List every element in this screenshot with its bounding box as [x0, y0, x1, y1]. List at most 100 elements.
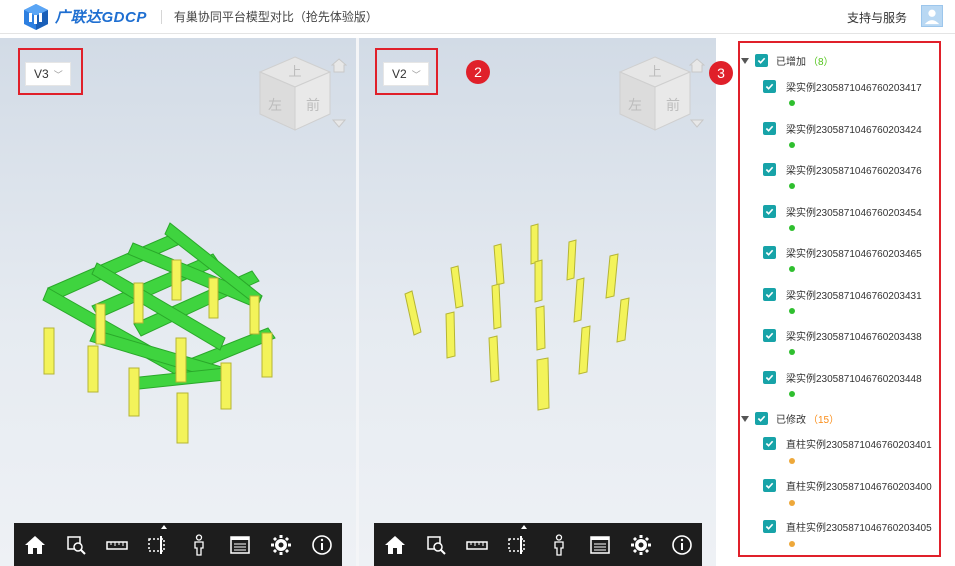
- submenu-indicator-icon: [161, 525, 167, 529]
- annotation-badge-2: 2: [466, 60, 490, 84]
- info-icon: [671, 534, 692, 555]
- item-checkbox[interactable]: [763, 163, 776, 176]
- tool-home[interactable]: [374, 523, 415, 566]
- chevron-down-icon: ﹀: [53, 69, 63, 80]
- tool-properties[interactable]: [219, 523, 260, 566]
- item-checkbox[interactable]: [763, 437, 776, 450]
- view-menu-down-icon[interactable]: [690, 118, 704, 128]
- tool-walk[interactable]: [178, 523, 219, 566]
- checkmark-icon: [765, 83, 774, 90]
- tool-section[interactable]: [497, 523, 538, 566]
- version-value: V2: [392, 67, 407, 81]
- info-icon: [311, 534, 332, 555]
- status-dot-modified: [789, 500, 795, 506]
- list-item[interactable]: 梁实例2305871046760203438: [763, 328, 922, 343]
- status-dot-added: [789, 308, 795, 314]
- item-checkbox[interactable]: [763, 329, 776, 342]
- tool-measure[interactable]: [96, 523, 137, 566]
- user-avatar-icon[interactable]: [921, 5, 943, 27]
- item-checkbox[interactable]: [763, 520, 776, 533]
- tool-settings[interactable]: [620, 523, 661, 566]
- properties-list-icon: [589, 535, 610, 554]
- tool-info[interactable]: [301, 523, 342, 566]
- annotation-badge-3: 3: [709, 61, 733, 85]
- home-icon: [384, 535, 405, 554]
- logo[interactable]: 广联达GDCP: [22, 3, 147, 31]
- group-modified[interactable]: 已修改 （15）: [741, 411, 839, 426]
- cube-front-label: 前: [306, 97, 320, 114]
- item-checkbox[interactable]: [763, 288, 776, 301]
- tool-zoom-fit[interactable]: [415, 523, 456, 566]
- list-item[interactable]: 梁实例2305871046760203431: [763, 287, 922, 302]
- cube-left-label: 左: [628, 98, 642, 114]
- checkmark-icon: [757, 415, 766, 422]
- item-checkbox[interactable]: [763, 80, 776, 93]
- item-label: 梁实例2305871046760203454: [786, 208, 922, 219]
- view-home-icon[interactable]: [331, 58, 347, 74]
- group-added-checkbox[interactable]: [755, 54, 768, 67]
- view-cube[interactable]: 上 左 前: [245, 52, 345, 132]
- tool-zoom-fit[interactable]: [55, 523, 96, 566]
- version-value: V3: [34, 67, 49, 81]
- item-label: 梁实例2305871046760203476: [786, 166, 922, 177]
- view-menu-down-icon[interactable]: [332, 118, 346, 128]
- list-item[interactable]: 梁实例2305871046760203465: [763, 245, 922, 260]
- list-item[interactable]: 梁实例2305871046760203424: [763, 121, 922, 136]
- item-label: 直柱实例2305871046760203400: [786, 482, 932, 493]
- list-item[interactable]: 梁实例2305871046760203448: [763, 370, 922, 385]
- list-item[interactable]: 梁实例2305871046760203454: [763, 204, 922, 219]
- item-checkbox[interactable]: [763, 371, 776, 384]
- group-modified-checkbox[interactable]: [755, 412, 768, 425]
- group-added-label: 已增加: [776, 57, 806, 68]
- status-dot-added: [789, 225, 795, 231]
- group-added-count: （8）: [808, 57, 834, 68]
- version-select[interactable]: V3 ﹀: [25, 62, 71, 86]
- section-box-icon: [147, 535, 165, 554]
- item-checkbox[interactable]: [763, 246, 776, 259]
- person-walk-icon: [193, 533, 204, 556]
- list-item[interactable]: 直柱实例2305871046760203401: [763, 436, 932, 451]
- tool-home[interactable]: [14, 523, 55, 566]
- checkmark-icon: [765, 291, 774, 298]
- group-modified-label: 已修改: [776, 415, 806, 426]
- support-link[interactable]: 支持与服务: [847, 9, 907, 26]
- tool-walk[interactable]: [538, 523, 579, 566]
- tool-settings[interactable]: [260, 523, 301, 566]
- item-checkbox[interactable]: [763, 205, 776, 218]
- group-added[interactable]: 已增加 （8）: [741, 53, 834, 68]
- cube-front-label: 前: [666, 97, 680, 114]
- tool-measure[interactable]: [456, 523, 497, 566]
- list-item[interactable]: 直柱实例2305871046760203405: [763, 519, 932, 534]
- page-title: 有巢协同平台模型对比（抢先体验版）: [173, 10, 378, 24]
- status-dot-modified: [789, 458, 795, 464]
- list-item[interactable]: 梁实例2305871046760203476: [763, 162, 922, 177]
- list-item[interactable]: 直柱实例2305871046760203400: [763, 478, 932, 493]
- list-item[interactable]: 梁实例2305871046760203417: [763, 79, 922, 94]
- cube-top-label: 上: [648, 65, 661, 80]
- status-dot-added: [789, 391, 795, 397]
- viewport-right[interactable]: V2 ﹀ 2 上 左 前: [359, 38, 716, 566]
- logo-text: 广联达GDCP: [55, 9, 147, 26]
- item-checkbox[interactable]: [763, 479, 776, 492]
- tool-section[interactable]: [137, 523, 178, 566]
- status-dot-added: [789, 266, 795, 272]
- settings-gear-icon: [270, 534, 291, 555]
- checkmark-icon: [765, 374, 774, 381]
- item-label: 梁实例2305871046760203417: [786, 83, 922, 94]
- tool-properties[interactable]: [579, 523, 620, 566]
- version-select[interactable]: V2 ﹀: [383, 62, 429, 86]
- status-dot-modified: [789, 541, 795, 547]
- status-dot-added: [789, 100, 795, 106]
- header-divider: [160, 9, 162, 24]
- item-label: 直柱实例2305871046760203405: [786, 523, 932, 534]
- collapse-triangle-icon[interactable]: [741, 57, 749, 64]
- tool-info[interactable]: [661, 523, 702, 566]
- status-dot-added: [789, 142, 795, 148]
- view-home-icon[interactable]: [689, 58, 705, 74]
- collapse-triangle-icon[interactable]: [741, 415, 749, 422]
- viewport-left[interactable]: V3 ﹀ 上 左 前: [0, 38, 356, 566]
- chevron-down-icon: ﹀: [411, 69, 421, 80]
- checkmark-icon: [765, 125, 774, 132]
- checkmark-icon: [765, 249, 774, 256]
- item-checkbox[interactable]: [763, 122, 776, 135]
